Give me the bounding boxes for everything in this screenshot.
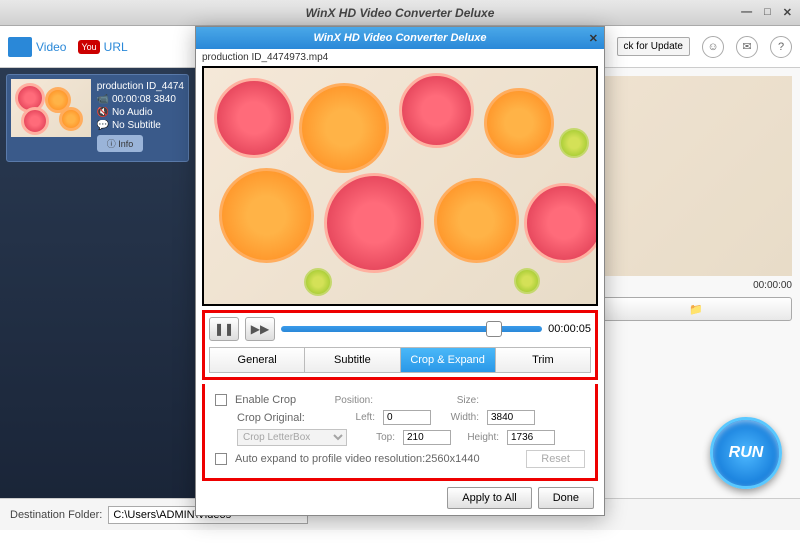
youtube-icon: You [78, 40, 99, 54]
titlebar: WinX HD Video Converter Deluxe — □ ✕ [0, 0, 800, 26]
minimize-icon[interactable]: — [741, 6, 752, 19]
app-title: WinX HD Video Converter Deluxe [306, 6, 495, 20]
video-plus-icon [8, 37, 32, 57]
add-video-button[interactable]: Video [8, 37, 66, 57]
edit-dialog: WinX HD Video Converter Deluxe ✕ product… [195, 26, 605, 516]
height-input[interactable] [507, 430, 555, 445]
done-button[interactable]: Done [538, 487, 594, 509]
add-url-button[interactable]: You URL [78, 40, 127, 54]
autoexpand-checkbox[interactable] [215, 453, 227, 465]
tab-trim[interactable]: Trim [496, 348, 590, 372]
tab-general[interactable]: General [210, 348, 305, 372]
pause-button[interactable]: ❚❚ [209, 317, 239, 341]
user-icon[interactable]: ☺ [702, 36, 724, 58]
run-button[interactable]: RUN [710, 417, 782, 489]
crop-mode-select[interactable]: Crop LetterBox [237, 429, 347, 446]
seek-slider[interactable] [281, 326, 542, 332]
fastforward-button[interactable]: ▶▶ [245, 317, 275, 341]
preview-end: 00:00:00 [753, 280, 792, 291]
info-button[interactable]: ⓘ Info [97, 135, 144, 152]
left-input[interactable] [383, 410, 431, 425]
apply-all-button[interactable]: Apply to All [447, 487, 531, 509]
mail-icon[interactable]: ✉ [736, 36, 758, 58]
item-time-dim: 📹 00:00:08 3840 [97, 94, 184, 105]
enable-crop-label: Enable Crop [235, 394, 325, 406]
item-subtitle: 💬 No Subtitle [97, 120, 184, 131]
playback-time: 00:00:05 [548, 323, 591, 335]
queue-thumbnail [11, 79, 91, 137]
item-name: production ID_4474 [97, 81, 184, 92]
tab-crop-expand[interactable]: Crop & Expand [401, 348, 496, 372]
top-input[interactable] [403, 430, 451, 445]
folder-button[interactable]: 📁 [600, 297, 792, 321]
help-icon[interactable]: ? [770, 36, 792, 58]
close-icon[interactable]: ✕ [783, 6, 792, 19]
reset-button[interactable]: Reset [526, 450, 585, 468]
queue-item[interactable]: production ID_4474 📹 00:00:08 3840 🔇 No … [6, 74, 189, 162]
crop-original-label: Crop Original: [237, 412, 327, 424]
dialog-preview[interactable] [202, 66, 598, 306]
tab-subtitle[interactable]: Subtitle [305, 348, 400, 372]
width-input[interactable] [487, 410, 535, 425]
dialog-filename: production ID_4474973.mp4 [196, 49, 604, 66]
enable-crop-checkbox[interactable] [215, 394, 227, 406]
item-audio: 🔇 No Audio [97, 107, 184, 118]
dest-label: Destination Folder: [10, 509, 102, 521]
maximize-icon[interactable]: □ [764, 6, 771, 19]
dialog-title: WinX HD Video Converter Deluxe [313, 32, 486, 44]
queue-panel: production ID_4474 📹 00:00:08 3840 🔇 No … [0, 68, 195, 498]
check-update-button[interactable]: ck for Update [617, 37, 690, 56]
autoexpand-label: Auto expand to profile video resolution:… [235, 453, 518, 465]
dialog-close-icon[interactable]: ✕ [589, 32, 598, 45]
